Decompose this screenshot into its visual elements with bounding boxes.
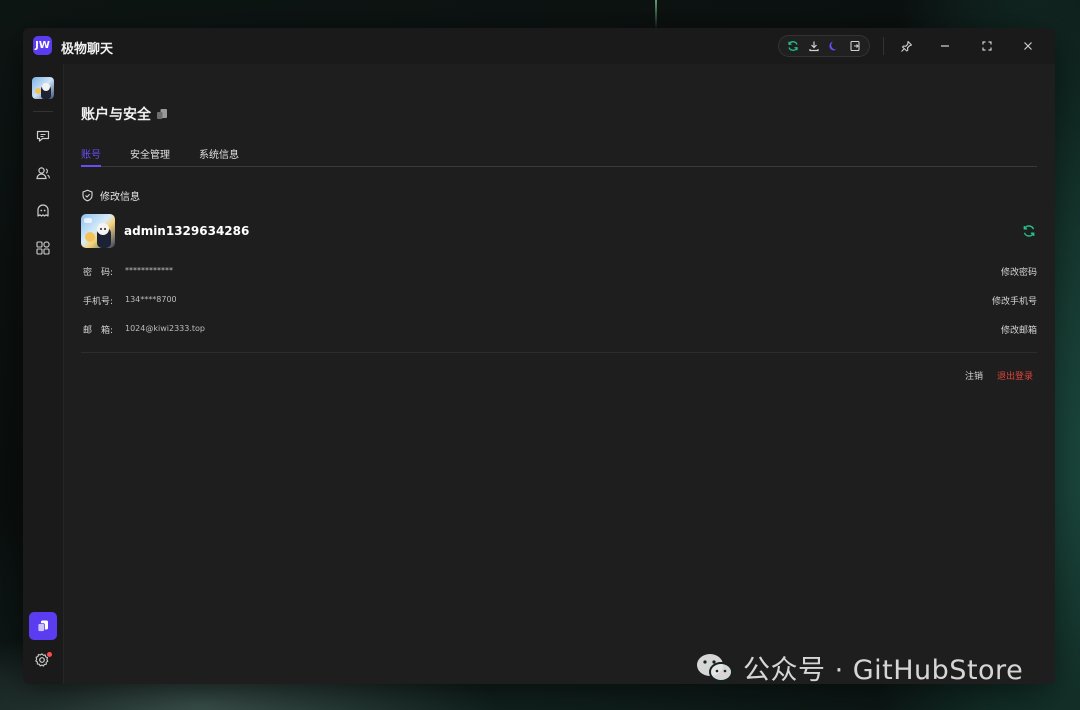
app-title: 极物聊天 [61, 42, 114, 57]
cancel-account-button[interactable]: 注销 [965, 369, 983, 382]
avatar[interactable] [32, 77, 54, 99]
minimize-icon[interactable] [934, 36, 956, 56]
content-divider [81, 352, 1037, 353]
moon-icon[interactable] [825, 37, 843, 55]
email-row: 邮 箱: 1024@kiwi2333.top 修改邮箱 [81, 321, 1037, 337]
change-email-button[interactable]: 修改邮箱 [1001, 323, 1037, 336]
refresh-icon[interactable] [1022, 223, 1036, 237]
tab-system-info[interactable]: 系统信息 [199, 146, 239, 161]
account-security-nav-button[interactable] [29, 612, 57, 640]
email-value: 1024@kiwi2333.top [125, 324, 205, 333]
section-header: 修改信息 [81, 188, 140, 203]
page-title: 账户与安全 [81, 107, 151, 123]
password-value: ************ [125, 266, 173, 275]
background-streak [655, 0, 657, 30]
app-window: JW 极物聊天 账户与安全 账号 安全管理 系统信息 修改信息 admin132… [23, 28, 1055, 684]
sidebar-divider [33, 111, 53, 112]
quick-actions-group [778, 35, 870, 57]
username: admin1329634286 [124, 224, 250, 238]
apps-icon[interactable] [34, 239, 52, 257]
main-content: 账户与安全 账号 安全管理 系统信息 修改信息 admin1329634286 … [64, 64, 1055, 684]
title-bar[interactable]: JW 极物聊天 [23, 28, 1055, 65]
shield-check-icon [82, 189, 93, 202]
close-icon[interactable] [1017, 36, 1039, 56]
phone-label: 手机号: [83, 297, 114, 307]
watermark-text: 公众号 · GitHubStore [743, 655, 1024, 686]
user-avatar[interactable] [81, 214, 115, 248]
section-title: 修改信息 [100, 192, 140, 203]
exit-icon[interactable] [846, 37, 864, 55]
titlebar-separator [883, 37, 884, 55]
sidebar [23, 64, 64, 684]
ai-bot-icon[interactable] [34, 202, 52, 220]
password-label: 密 码: [83, 268, 114, 278]
download-icon[interactable] [805, 37, 823, 55]
notification-dot [47, 652, 52, 657]
chat-icon[interactable] [34, 127, 52, 145]
password-row: 密 码: ************ 修改密码 [81, 263, 1037, 279]
wechat-icon [695, 652, 735, 684]
tab-account[interactable]: 账号 [81, 146, 101, 161]
logout-button[interactable]: 退出登录 [997, 369, 1033, 382]
tab-security-management[interactable]: 安全管理 [130, 146, 170, 161]
pin-icon[interactable] [895, 36, 917, 56]
email-label: 邮 箱: [83, 326, 114, 336]
change-password-button[interactable]: 修改密码 [1001, 265, 1037, 278]
settings-gear-icon[interactable] [34, 652, 52, 670]
maximize-icon[interactable] [976, 36, 998, 56]
contacts-icon[interactable] [34, 164, 52, 182]
app-logo: JW [33, 36, 52, 55]
active-tab-indicator [81, 165, 101, 167]
copy-icon [155, 106, 169, 125]
copy-icon [37, 620, 48, 632]
tab-bar: 账号 安全管理 系统信息 [81, 144, 1037, 167]
phone-row: 手机号: 134****8700 修改手机号 [81, 292, 1037, 308]
phone-value: 134****8700 [125, 295, 177, 304]
refresh-icon[interactable] [784, 37, 802, 55]
change-phone-button[interactable]: 修改手机号 [992, 294, 1037, 307]
watermark: 公众号 · GitHubStore [695, 648, 1023, 687]
